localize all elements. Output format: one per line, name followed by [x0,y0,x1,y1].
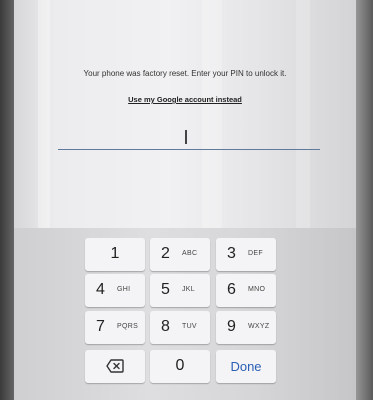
key-6[interactable]: 6 MNO [216,274,276,307]
key-digit: 2 [161,245,170,262]
key-digit: 8 [161,318,170,335]
key-digit: 1 [110,245,120,262]
key-8[interactable]: 8 TUV [150,311,210,344]
device-bezel-right [355,0,373,400]
factory-reset-prompt: Your phone was factory reset. Enter your… [83,69,287,78]
backspace-icon [106,359,124,373]
key-2[interactable]: 2 ABC [150,238,210,271]
key-letters: DEF [248,250,263,257]
key-digit: 3 [227,245,236,262]
key-3[interactable]: 3 DEF [216,238,276,271]
text-cursor [185,130,187,144]
pin-underline [58,149,320,150]
key-5[interactable]: 5 JKL [150,274,210,307]
lock-screen: Your phone was factory reset. Enter your… [14,0,356,400]
key-letters: PQRS [117,323,139,330]
numeric-keypad: 1 2 ABC 3 DEF 4 GHI 5 JKL 6 MNO 7 PQRS 8 [14,228,356,400]
key-4[interactable]: 4 GHI [85,274,145,307]
done-label: Done [230,359,262,374]
key-1[interactable]: 1 [85,238,145,271]
key-digit: 7 [96,318,105,335]
key-0[interactable]: 0 [150,350,210,383]
key-letters: WXYZ [248,323,270,330]
key-digit: 5 [161,281,170,298]
key-digit: 6 [227,281,236,298]
key-digit: 4 [96,281,105,298]
key-letters: JKL [182,286,195,293]
backspace-key[interactable] [85,350,145,383]
key-letters: GHI [117,286,131,293]
key-7[interactable]: 7 PQRS [85,311,145,344]
pin-input[interactable] [58,126,320,150]
key-letters: MNO [248,286,266,293]
key-digit: 9 [227,318,236,335]
key-letters: ABC [182,250,198,257]
key-digit: 0 [175,357,185,374]
done-button[interactable]: Done [216,350,276,383]
use-google-account-link[interactable]: Use my Google account instead [14,95,356,104]
key-9[interactable]: 9 WXYZ [216,311,276,344]
key-letters: TUV [182,323,197,330]
